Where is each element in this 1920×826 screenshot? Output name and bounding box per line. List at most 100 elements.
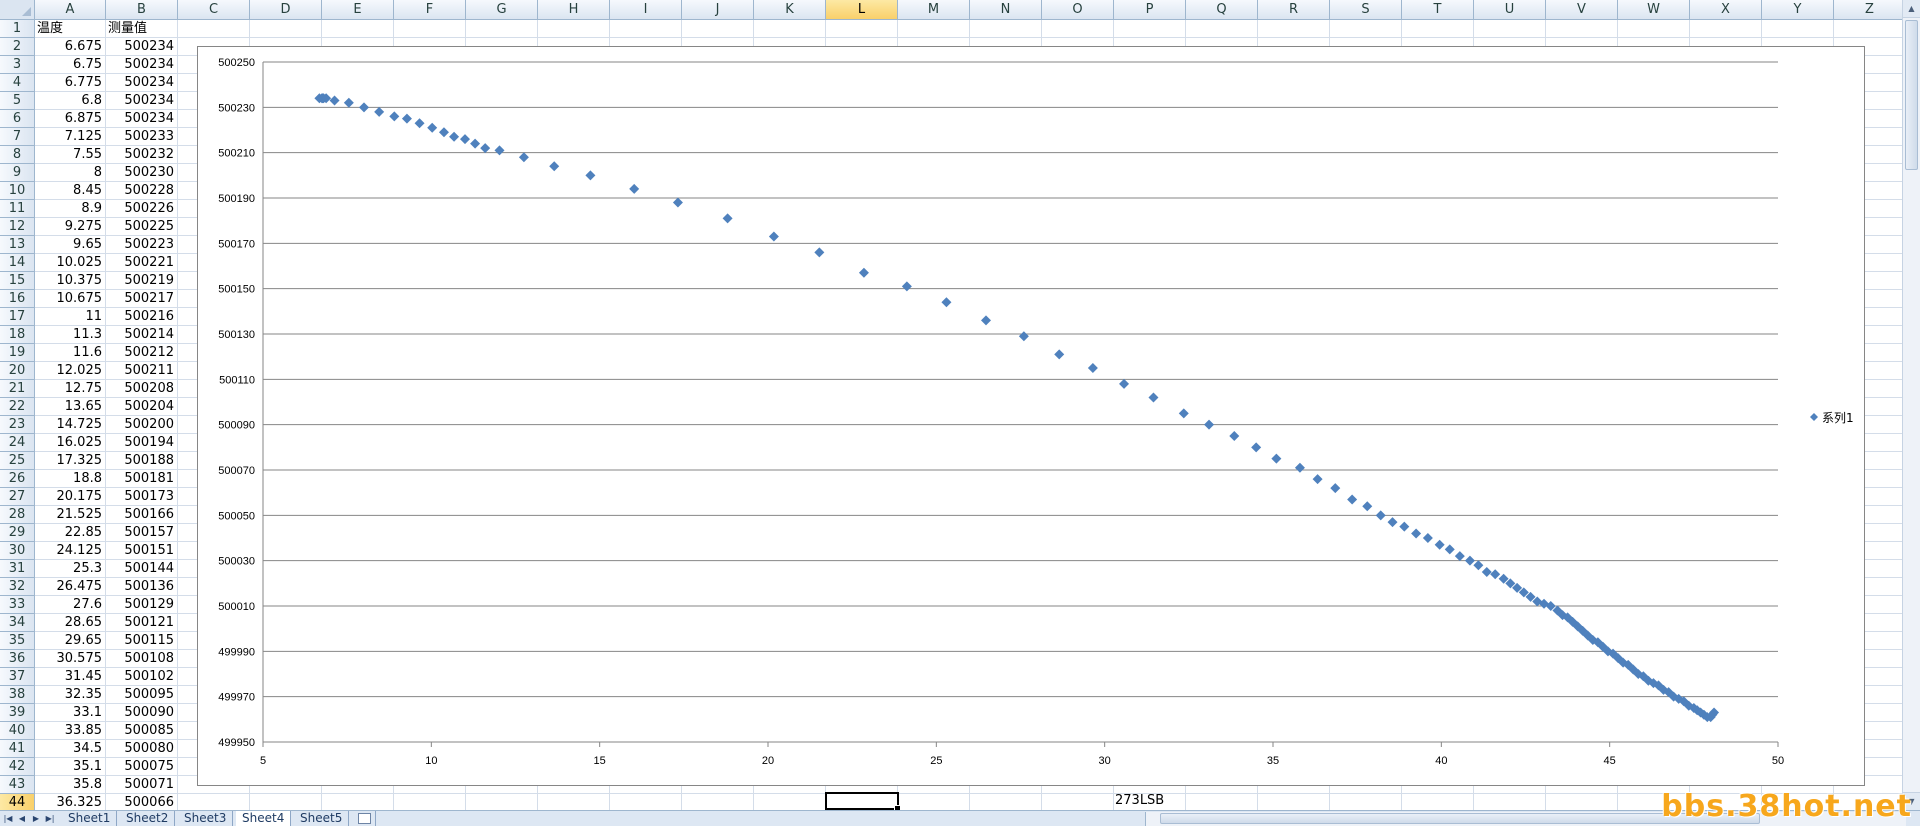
cell-temperature[interactable]: 21.525	[35, 506, 106, 524]
vertical-scrollbar[interactable]: ▲ ▼	[1902, 0, 1920, 810]
cell-measurement[interactable]: 500129	[106, 596, 178, 614]
cell-measurement[interactable]: 500216	[106, 308, 178, 326]
row-header[interactable]: 25	[0, 452, 35, 470]
cell-measurement[interactable]: 500144	[106, 560, 178, 578]
cell-temperature[interactable]: 9.65	[35, 236, 106, 254]
cell-temperature[interactable]: 8.9	[35, 200, 106, 218]
scroll-up-icon[interactable]: ▲	[1903, 0, 1920, 18]
row-header[interactable]: 3	[0, 56, 35, 74]
column-header-e[interactable]: E	[322, 0, 394, 20]
column-header-p[interactable]: P	[1114, 0, 1186, 20]
column-header-y[interactable]: Y	[1762, 0, 1834, 20]
row-header[interactable]: 10	[0, 182, 35, 200]
cell-temperature[interactable]: 26.475	[35, 578, 106, 596]
cell-measurement[interactable]: 500217	[106, 290, 178, 308]
row-header[interactable]: 4	[0, 74, 35, 92]
row-header[interactable]: 8	[0, 146, 35, 164]
row-header[interactable]: 42	[0, 758, 35, 776]
cell-measurement[interactable]: 500115	[106, 632, 178, 650]
column-header-g[interactable]: G	[466, 0, 538, 20]
row-header[interactable]: 11	[0, 200, 35, 218]
row-header[interactable]: 38	[0, 686, 35, 704]
column-header-k[interactable]: K	[754, 0, 826, 20]
column-header-f[interactable]: F	[394, 0, 466, 20]
row-header[interactable]: 23	[0, 416, 35, 434]
row-header[interactable]: 44	[0, 794, 35, 810]
column-header-w[interactable]: W	[1618, 0, 1690, 20]
cell-measurement[interactable]: 500204	[106, 398, 178, 416]
row-header[interactable]: 14	[0, 254, 35, 272]
cell-measurement[interactable]: 500188	[106, 452, 178, 470]
cell-temperature[interactable]: 7.125	[35, 128, 106, 146]
cell-temperature[interactable]: 12.025	[35, 362, 106, 380]
cell-temperature[interactable]: 35.8	[35, 776, 106, 794]
cell-measurement[interactable]: 500234	[106, 74, 178, 92]
column-header-v[interactable]: V	[1546, 0, 1618, 20]
cell-temperature[interactable]: 35.1	[35, 758, 106, 776]
sheet-tab-sheet5[interactable]: Sheet5	[294, 811, 350, 826]
row-header[interactable]: 5	[0, 92, 35, 110]
row-header[interactable]: 31	[0, 560, 35, 578]
cell-temperature[interactable]: 36.325	[35, 794, 106, 810]
cell-temperature[interactable]: 14.725	[35, 416, 106, 434]
cell-temperature[interactable]: 10.375	[35, 272, 106, 290]
active-cell-l44[interactable]	[825, 792, 901, 810]
cell-measurement[interactable]: 500181	[106, 470, 178, 488]
sheet-tab-sheet2[interactable]: Sheet2	[120, 811, 176, 826]
row-header[interactable]: 33	[0, 596, 35, 614]
cell-measurement[interactable]: 500234	[106, 38, 178, 56]
row-header[interactable]: 7	[0, 128, 35, 146]
cell-measurement[interactable]: 500234	[106, 56, 178, 74]
cell-temperature[interactable]: 10.675	[35, 290, 106, 308]
cell-measurement[interactable]: 500212	[106, 344, 178, 362]
column-header-o[interactable]: O	[1042, 0, 1114, 20]
row-header[interactable]: 2	[0, 38, 35, 56]
cell-temperature[interactable]: 18.8	[35, 470, 106, 488]
scatter-chart[interactable]: 499950 499970 499990 500010 500030 500050 5000…	[197, 46, 1865, 786]
row-header[interactable]: 40	[0, 722, 35, 740]
column-header-n[interactable]: N	[970, 0, 1042, 20]
row-header[interactable]: 34	[0, 614, 35, 632]
cell-measurement[interactable]: 500157	[106, 524, 178, 542]
cell-temperature[interactable]: 22.85	[35, 524, 106, 542]
row-header[interactable]: 37	[0, 668, 35, 686]
row-header[interactable]: 19	[0, 344, 35, 362]
cell-measurement[interactable]: 500233	[106, 128, 178, 146]
cell-temperature[interactable]: 10.025	[35, 254, 106, 272]
cell-temperature[interactable]: 31.45	[35, 668, 106, 686]
cell-measurement[interactable]: 500223	[106, 236, 178, 254]
cell-measurement[interactable]: 500173	[106, 488, 178, 506]
cell-temperature[interactable]: 12.75	[35, 380, 106, 398]
row-header[interactable]: 24	[0, 434, 35, 452]
column-header-j[interactable]: J	[682, 0, 754, 20]
cell-temperature[interactable]: 6.775	[35, 74, 106, 92]
cell-measurement[interactable]: 500166	[106, 506, 178, 524]
row-header[interactable]: 15	[0, 272, 35, 290]
cell-temperature[interactable]: 29.65	[35, 632, 106, 650]
column-header-q[interactable]: Q	[1186, 0, 1258, 20]
row-header[interactable]: 41	[0, 740, 35, 758]
cell-measurement[interactable]: 500208	[106, 380, 178, 398]
sheet-tab-sheet1[interactable]: Sheet1	[62, 811, 118, 826]
cell-measurement[interactable]: 500121	[106, 614, 178, 632]
row-header[interactable]: 9	[0, 164, 35, 182]
sheet-tab-sheet3[interactable]: Sheet3	[178, 811, 234, 826]
column-header-m[interactable]: M	[898, 0, 970, 20]
cell-measurement[interactable]: 500102	[106, 668, 178, 686]
cell-measurement[interactable]: 500234	[106, 92, 178, 110]
cell-measurement[interactable]: 500194	[106, 434, 178, 452]
column-header-b[interactable]: B	[106, 0, 178, 20]
cell-temperature[interactable]: 24.125	[35, 542, 106, 560]
cell-measurement[interactable]: 500211	[106, 362, 178, 380]
cell-measurement[interactable]: 500075	[106, 758, 178, 776]
cell-measurement[interactable]: 500226	[106, 200, 178, 218]
column-header-t[interactable]: T	[1402, 0, 1474, 20]
cell-temperature[interactable]: 25.3	[35, 560, 106, 578]
row-header[interactable]: 32	[0, 578, 35, 596]
row-header[interactable]: 30	[0, 542, 35, 560]
cell-temperature[interactable]: 7.55	[35, 146, 106, 164]
cell-measurement[interactable]: 500234	[106, 110, 178, 128]
next-sheet-icon[interactable]: ▶	[30, 812, 42, 825]
cell-measurement[interactable]: 500221	[106, 254, 178, 272]
row-header[interactable]: 28	[0, 506, 35, 524]
